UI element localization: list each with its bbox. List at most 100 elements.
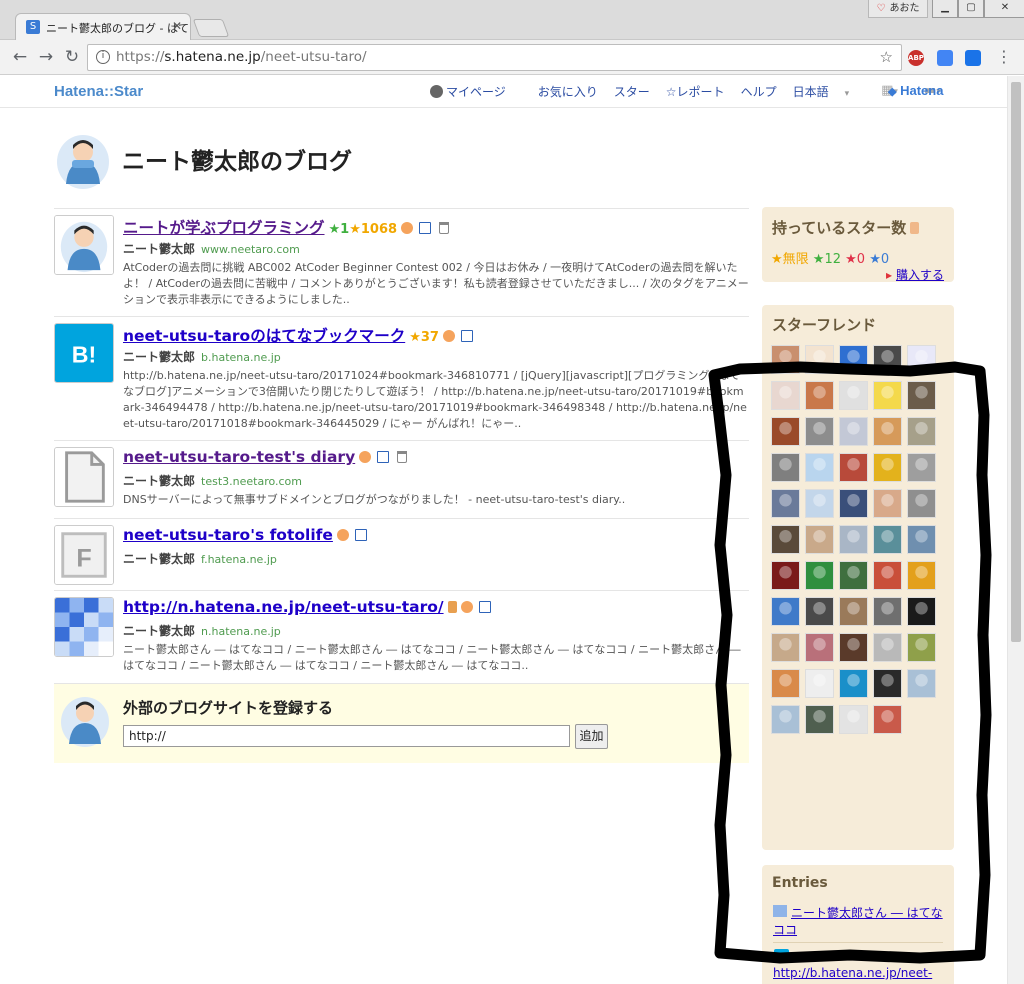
- entry-title-link[interactable]: neet-utsu-taro's fotolife: [123, 526, 367, 544]
- edit-icon[interactable]: [460, 330, 473, 342]
- friend-avatar[interactable]: [771, 669, 800, 698]
- friend-avatar[interactable]: [907, 381, 936, 410]
- trash-icon[interactable]: [397, 451, 408, 463]
- friend-avatar[interactable]: [873, 633, 902, 662]
- friend-avatar[interactable]: [805, 525, 834, 554]
- entry-title-link[interactable]: neet-utsu-taroのはてなブックマーク ★37: [123, 324, 473, 346]
- friend-avatar[interactable]: [771, 633, 800, 662]
- bookmark-star-icon[interactable]: ☆: [880, 48, 893, 66]
- friend-avatar[interactable]: [771, 525, 800, 554]
- tab-close-icon[interactable]: ✕: [172, 19, 182, 33]
- scrollbar-thumb[interactable]: [1011, 82, 1021, 642]
- new-tab-button[interactable]: [192, 19, 230, 37]
- add-star-icon[interactable]: [359, 451, 372, 463]
- friend-avatar[interactable]: [907, 669, 936, 698]
- extension-flag-icon[interactable]: [965, 50, 981, 66]
- friend-avatar[interactable]: [907, 453, 936, 482]
- friend-avatar[interactable]: [839, 525, 868, 554]
- entry-link[interactable]: http://b.hatena.ne.jp/neet-: [773, 966, 943, 981]
- friend-avatar[interactable]: [839, 381, 868, 410]
- friend-avatar[interactable]: [873, 381, 902, 410]
- friend-avatar[interactable]: [907, 417, 936, 446]
- friend-avatar[interactable]: [771, 489, 800, 518]
- friend-avatar[interactable]: [873, 669, 902, 698]
- reload-icon[interactable]: ↻: [61, 46, 83, 68]
- nav-favorites[interactable]: お気に入り: [538, 83, 598, 100]
- friend-avatar[interactable]: [873, 345, 902, 374]
- entry-title-link[interactable]: http://n.hatena.ne.jp/neet-utsu-taro/: [123, 598, 491, 616]
- friend-avatar[interactable]: [771, 453, 800, 482]
- trash-icon[interactable]: [439, 222, 450, 234]
- friend-avatar[interactable]: [771, 345, 800, 374]
- profile-button[interactable]: ♡ あおた: [868, 0, 928, 18]
- friend-avatar[interactable]: [873, 705, 902, 734]
- friend-avatar[interactable]: [771, 417, 800, 446]
- document-icon[interactable]: [54, 447, 114, 507]
- friend-avatar[interactable]: [839, 669, 868, 698]
- friend-avatar[interactable]: [839, 705, 868, 734]
- nav-mypage[interactable]: マイページ: [430, 83, 522, 100]
- friend-avatar[interactable]: [805, 345, 834, 374]
- add-star-icon[interactable]: [460, 601, 473, 613]
- nav-star-report[interactable]: ☆レポート: [666, 83, 725, 100]
- browser-tab[interactable]: S ニート鬱太郎のブログ - はて ✕: [15, 13, 191, 40]
- edit-icon[interactable]: [419, 222, 432, 234]
- edit-icon[interactable]: [478, 601, 491, 613]
- hatena-star-logo[interactable]: Hatena::Star: [54, 83, 143, 100]
- extension-icon[interactable]: [937, 50, 953, 66]
- friend-avatar[interactable]: [839, 597, 868, 626]
- friend-avatar[interactable]: [771, 381, 800, 410]
- entry-link[interactable]: ニート鬱太郎さん ― はてなココ: [773, 905, 943, 939]
- friend-avatar[interactable]: [805, 669, 834, 698]
- nav-star[interactable]: スター: [614, 83, 650, 100]
- entry-title-link[interactable]: neet-utsu-taro-test's diary: [123, 448, 408, 466]
- friend-avatar[interactable]: [805, 633, 834, 662]
- friend-avatar[interactable]: [907, 525, 936, 554]
- back-arrow-icon[interactable]: ←: [9, 46, 31, 68]
- entry-title-link[interactable]: ニートが学ぶプログラミング ★1★1068: [123, 216, 450, 238]
- minimize-button[interactable]: ▁: [932, 0, 958, 18]
- add-button[interactable]: 追加: [575, 724, 608, 749]
- friend-avatar[interactable]: [805, 597, 834, 626]
- hatena-logo[interactable]: ◆ Hatena: [888, 83, 943, 98]
- friend-avatar[interactable]: [805, 381, 834, 410]
- friend-avatar[interactable]: [907, 633, 936, 662]
- blog-thumbnail[interactable]: [54, 215, 114, 275]
- friend-avatar[interactable]: [873, 525, 902, 554]
- window-close-button[interactable]: ✕: [984, 0, 1024, 18]
- nav-language[interactable]: 日本語 ▾: [793, 83, 866, 100]
- edit-icon[interactable]: [354, 529, 367, 541]
- friend-avatar[interactable]: [839, 453, 868, 482]
- friend-avatar[interactable]: [805, 453, 834, 482]
- blog-url-input[interactable]: [123, 725, 570, 747]
- friend-avatar[interactable]: [907, 345, 936, 374]
- fotolife-icon[interactable]: F: [54, 525, 114, 585]
- friend-avatar[interactable]: [771, 705, 800, 734]
- friend-avatar[interactable]: [839, 345, 868, 374]
- page-scrollbar[interactable]: [1007, 76, 1024, 984]
- nav-help[interactable]: ヘルプ: [741, 83, 777, 100]
- adblock-plus-icon[interactable]: ABP: [908, 50, 924, 66]
- friend-avatar[interactable]: [839, 633, 868, 662]
- friend-avatar[interactable]: [873, 597, 902, 626]
- forward-arrow-icon[interactable]: →: [35, 46, 57, 68]
- hatena-bookmark-icon[interactable]: B!: [54, 323, 114, 383]
- browser-menu-icon[interactable]: ⋮: [996, 47, 1012, 66]
- friend-avatar[interactable]: [839, 561, 868, 590]
- add-star-icon[interactable]: [401, 222, 414, 234]
- friend-avatar[interactable]: [873, 489, 902, 518]
- friend-avatar[interactable]: [839, 489, 868, 518]
- friend-avatar[interactable]: [873, 417, 902, 446]
- maximize-button[interactable]: ▢: [958, 0, 984, 18]
- friend-avatar[interactable]: [805, 705, 834, 734]
- add-star-icon[interactable]: [336, 529, 349, 541]
- friend-avatar[interactable]: [873, 453, 902, 482]
- friend-avatar[interactable]: [805, 489, 834, 518]
- friend-avatar[interactable]: [907, 597, 936, 626]
- address-bar[interactable]: i https://s.hatena.ne.jp/neet-utsu-taro/…: [87, 44, 902, 71]
- site-info-icon[interactable]: i: [96, 50, 110, 64]
- friend-avatar[interactable]: [873, 561, 902, 590]
- edit-icon[interactable]: [377, 451, 390, 463]
- buy-stars-link[interactable]: 購入する: [886, 266, 944, 283]
- friend-avatar[interactable]: [771, 561, 800, 590]
